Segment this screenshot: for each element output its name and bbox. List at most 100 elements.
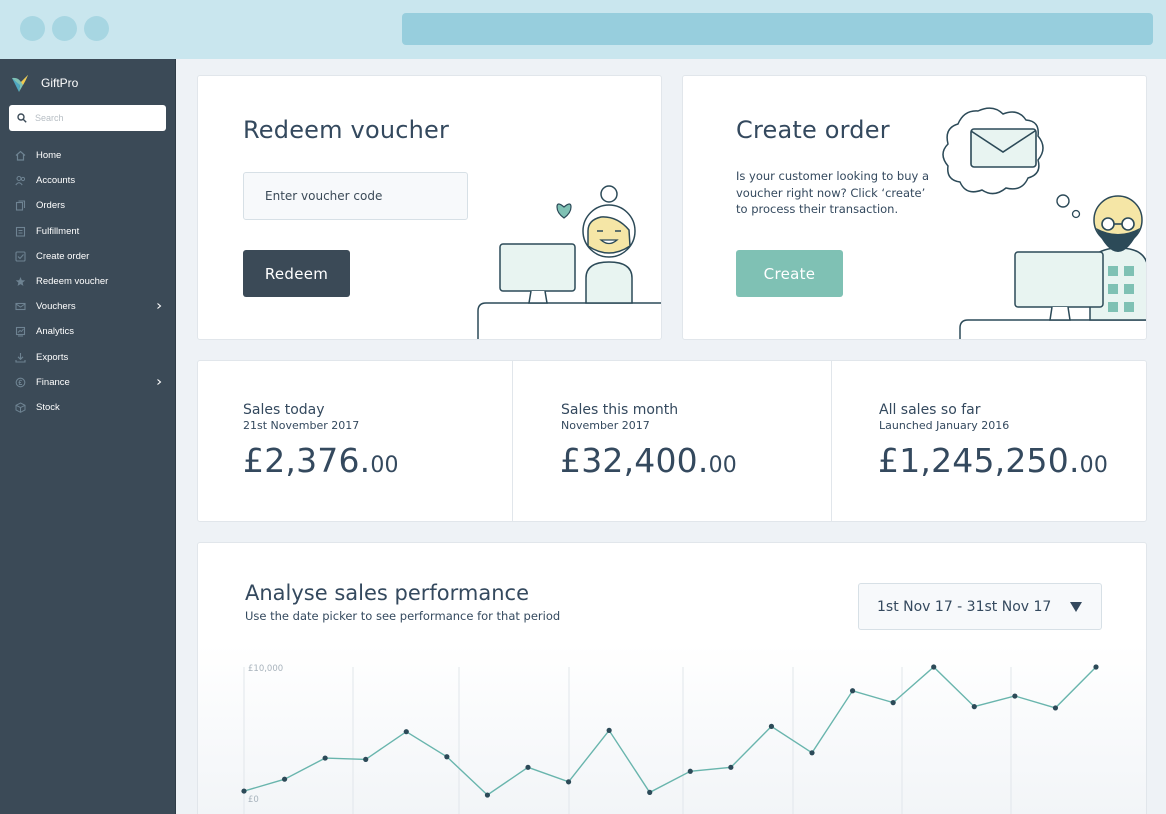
users-icon [15, 176, 26, 186]
sidebar-item-analytics[interactable]: Analytics [0, 319, 175, 344]
sidebar-item-label: Redeem voucher [36, 276, 109, 288]
cashier-man-illustration [942, 107, 1146, 339]
envelope-icon [970, 128, 1037, 168]
sidebar-item-accounts[interactable]: Accounts [0, 168, 175, 193]
sidebar-item-finance[interactable]: Finance [0, 370, 175, 395]
date-range-label: 1st Nov 17 - 31st Nov 17 [877, 599, 1052, 615]
address-bar[interactable] [402, 13, 1153, 45]
stat-sales-all: All sales so far Launched January 2016 £… [831, 361, 1146, 521]
chevron-right-icon [157, 378, 162, 385]
data-point[interactable] [241, 788, 247, 794]
sidebar-item-label: Orders [36, 200, 66, 212]
window-maximize-dot[interactable] [84, 16, 109, 41]
sidebar-item-label: Home [36, 150, 62, 162]
data-point[interactable] [363, 756, 369, 762]
create-order-card: Create order Is your customer looking to… [682, 75, 1147, 340]
data-point[interactable] [1093, 664, 1099, 670]
data-point[interactable] [565, 779, 572, 785]
stat-sub: 21st November 2017 [243, 419, 360, 432]
data-point[interactable] [281, 776, 288, 782]
sidebar-item-stock[interactable]: Stock [0, 395, 175, 420]
data-point[interactable] [322, 755, 328, 761]
data-point[interactable] [849, 688, 856, 694]
caret-down-icon [1070, 602, 1082, 612]
analytics-icon [15, 327, 26, 337]
window-minimize-dot[interactable] [52, 16, 77, 41]
redeem-voucher-card: Redeem voucher Redeem [197, 75, 662, 340]
finance-icon [15, 377, 26, 388]
orders-icon [15, 200, 26, 212]
data-point[interactable] [809, 750, 815, 756]
browser-chrome [0, 0, 1166, 59]
voucher-icon [15, 303, 26, 311]
stat-value-main: £1,245,250. [878, 441, 1080, 480]
sidebar-item-label: Fulfillment [36, 225, 80, 237]
stat-value-pence: 00 [708, 453, 737, 478]
data-point[interactable] [728, 764, 734, 770]
data-point[interactable] [525, 764, 531, 770]
data-point[interactable] [647, 789, 653, 795]
sidebar-nav: Home Accounts Orders Fulfillment Create … [0, 143, 175, 420]
stat-sub: November 2017 [561, 419, 650, 432]
data-point[interactable] [890, 700, 896, 706]
sidebar-item-home[interactable]: Home [0, 143, 175, 168]
heart-icon [556, 203, 572, 219]
stat-value-main: £2,376. [243, 441, 371, 480]
download-icon [15, 352, 26, 363]
data-point[interactable] [1012, 693, 1018, 699]
sidebar-item-label: Finance [36, 376, 70, 388]
create-order-icon [15, 251, 26, 262]
redeem-button[interactable]: Redeem [243, 250, 350, 297]
stat-value-main: £32,400. [560, 441, 709, 480]
data-point[interactable] [931, 664, 937, 670]
cashier-woman-illustration [477, 185, 661, 339]
data-point[interactable] [1052, 705, 1059, 711]
data-point[interactable] [403, 729, 409, 735]
sidebar-item-exports[interactable]: Exports [0, 345, 175, 370]
brand[interactable]: GiftPro [10, 73, 78, 93]
sidebar-item-label: Exports [36, 351, 69, 363]
sidebar-item-fulfillment[interactable]: Fulfillment [0, 219, 175, 244]
search-box[interactable] [9, 105, 166, 131]
fulfillment-icon [15, 226, 26, 237]
sales-stats-card: Sales today 21st November 2017 £2,376.00… [197, 360, 1147, 522]
hummingbird-logo-icon [12, 75, 28, 92]
sidebar-item-label: Stock [36, 401, 60, 413]
window-close-dot[interactable] [20, 16, 45, 41]
data-point[interactable] [444, 754, 450, 760]
search-input[interactable] [35, 113, 155, 123]
sales-series-line [243, 666, 1097, 796]
stat-label: All sales so far [879, 402, 981, 418]
box-icon [15, 402, 26, 413]
sidebar-item-label: Analytics [36, 326, 75, 338]
data-point[interactable] [484, 792, 491, 798]
create-order-title: Create order [736, 116, 890, 144]
sidebar-item-label: Accounts [36, 175, 76, 187]
sales-performance-card: £10,000 £0 Analyse sales performance Use … [197, 542, 1147, 814]
date-range-picker[interactable]: 1st Nov 17 - 31st Nov 17 [858, 583, 1102, 630]
stat-value: £2,376.00 [243, 441, 399, 480]
create-button[interactable]: Create [736, 250, 843, 297]
data-point[interactable] [687, 768, 693, 774]
stat-value-pence: 00 [370, 453, 399, 478]
sidebar-item-label: Create order [36, 250, 90, 262]
data-point[interactable] [971, 704, 977, 710]
stat-sales-month: Sales this month November 2017 £32,400.0… [512, 361, 831, 521]
sidebar-item-redeem-voucher[interactable]: Redeem voucher [0, 269, 175, 294]
y-tick-label: £10,000 [248, 664, 283, 674]
create-order-description: Is your customer looking to buy a vouche… [736, 169, 930, 216]
chart-title: Analyse sales performance [245, 581, 530, 605]
chart-subtitle: Use the date picker to see performance f… [245, 609, 561, 623]
redeem-title: Redeem voucher [243, 116, 450, 144]
stat-sales-today: Sales today 21st November 2017 £2,376.00 [198, 361, 512, 521]
home-icon [15, 150, 26, 161]
sidebar-item-orders[interactable]: Orders [0, 193, 175, 218]
voucher-code-input[interactable] [243, 172, 468, 220]
data-point[interactable] [768, 723, 775, 729]
stat-label: Sales today [243, 402, 325, 418]
sidebar: GiftPro Home Accounts Orders Fulfillment… [0, 59, 176, 814]
sidebar-item-vouchers[interactable]: Vouchers [0, 294, 175, 319]
sidebar-item-create-order[interactable]: Create order [0, 244, 175, 269]
data-point[interactable] [606, 727, 612, 733]
stat-value-pence: 00 [1079, 453, 1109, 478]
